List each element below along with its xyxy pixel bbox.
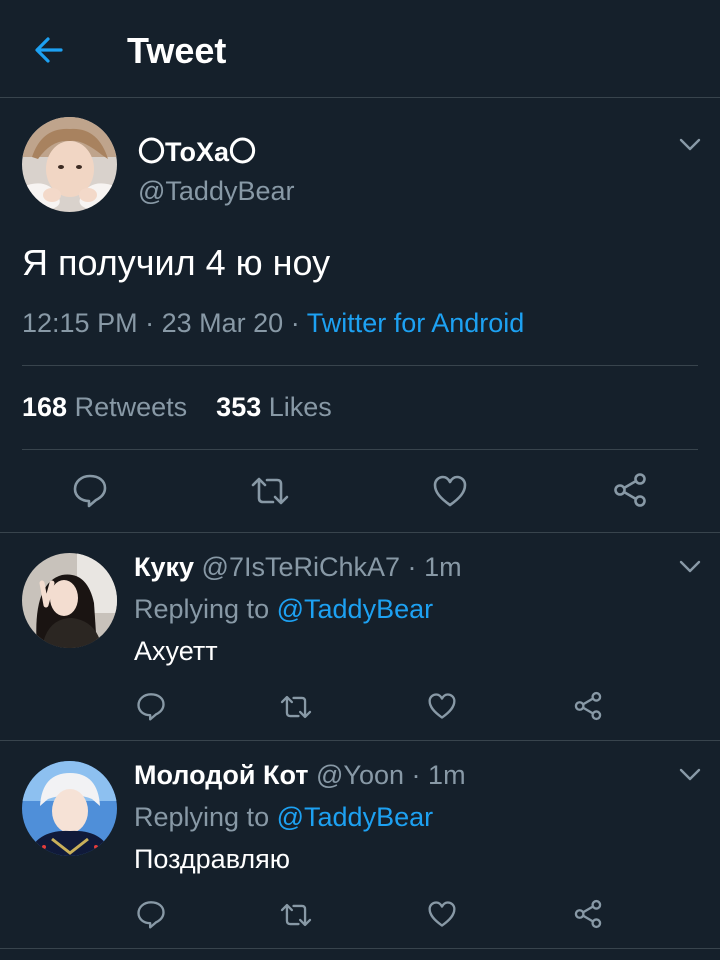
reply-handle[interactable]: @7IsTeRiChkA7 bbox=[202, 552, 400, 582]
chevron-down-icon[interactable] bbox=[679, 138, 701, 152]
tweet-source-link[interactable]: Twitter for Android bbox=[307, 308, 525, 338]
reply-text: Ахуетт bbox=[134, 636, 218, 666]
replying-to-label: Replying to bbox=[134, 594, 270, 624]
replying-to: Replying to @TaddyBear bbox=[134, 802, 433, 833]
retweet-icon[interactable] bbox=[279, 693, 313, 721]
reply-handle[interactable]: @Yoon bbox=[316, 760, 404, 790]
reply-icon[interactable] bbox=[136, 899, 166, 929]
tweet-meta: 12:15 PM · 23 Mar 20 · Twitter for Andro… bbox=[22, 308, 524, 339]
divider bbox=[22, 449, 698, 450]
divider bbox=[22, 365, 698, 366]
tweet-stats: 168 Retweets 353 Likes bbox=[22, 392, 332, 423]
likes-count[interactable]: 353 bbox=[216, 392, 261, 422]
share-icon[interactable] bbox=[573, 691, 603, 721]
replying-to-mention[interactable]: @TaddyBear bbox=[277, 594, 434, 624]
chevron-down-icon[interactable] bbox=[679, 768, 701, 782]
replying-to: Replying to @TaddyBear bbox=[134, 594, 433, 625]
meta-separator: · bbox=[145, 308, 162, 338]
retweet-icon[interactable] bbox=[250, 474, 290, 508]
meta-separator: · bbox=[407, 552, 417, 582]
replying-to-mention[interactable]: @TaddyBear bbox=[277, 802, 434, 832]
author-avatar[interactable] bbox=[22, 117, 117, 212]
reply-time: 1m bbox=[424, 552, 462, 582]
page-title: Tweet bbox=[127, 30, 227, 71]
likes-label[interactable]: Likes bbox=[269, 392, 332, 422]
like-icon[interactable] bbox=[427, 900, 457, 928]
retweets-count[interactable]: 168 bbox=[22, 392, 67, 422]
share-icon[interactable] bbox=[612, 472, 648, 508]
divider bbox=[0, 532, 720, 533]
reply-text: Поздравляю bbox=[134, 844, 291, 874]
meta-separator: · bbox=[411, 760, 421, 790]
reply-icon[interactable] bbox=[136, 691, 166, 721]
reply-icon[interactable] bbox=[72, 472, 108, 508]
chevron-down-icon[interactable] bbox=[679, 560, 701, 574]
tweet-text: Я получил 4 ю ноу bbox=[22, 242, 331, 283]
reply-display-name[interactable]: Молодой Кот bbox=[134, 760, 309, 790]
like-icon[interactable] bbox=[427, 692, 457, 720]
tweet-time: 12:15 PM bbox=[22, 308, 138, 338]
reply-time: 1m bbox=[428, 760, 466, 790]
like-icon[interactable] bbox=[432, 474, 468, 508]
retweets-label[interactable]: Retweets bbox=[75, 392, 188, 422]
divider bbox=[0, 740, 720, 741]
reply-avatar[interactable] bbox=[22, 553, 117, 648]
reply-header: Молодой Кот @Yoon · 1m bbox=[134, 760, 466, 791]
reply-display-name[interactable]: Куку bbox=[134, 552, 194, 582]
back-arrow-icon[interactable] bbox=[33, 34, 65, 66]
retweet-icon[interactable] bbox=[279, 901, 313, 929]
meta-separator: · bbox=[290, 308, 307, 338]
share-icon[interactable] bbox=[573, 899, 603, 929]
top-bar: Tweet bbox=[0, 0, 720, 98]
reply-avatar[interactable] bbox=[22, 761, 117, 856]
tweet-date: 23 Mar 20 bbox=[161, 308, 284, 338]
divider bbox=[0, 948, 720, 949]
author-handle[interactable]: @TaddyBear bbox=[138, 176, 295, 207]
reply-header: Куку @7IsTeRiChkA7 · 1m bbox=[134, 552, 462, 583]
author-display-name[interactable]: 〇ToXa〇 bbox=[138, 130, 256, 169]
replying-to-label: Replying to bbox=[134, 802, 270, 832]
